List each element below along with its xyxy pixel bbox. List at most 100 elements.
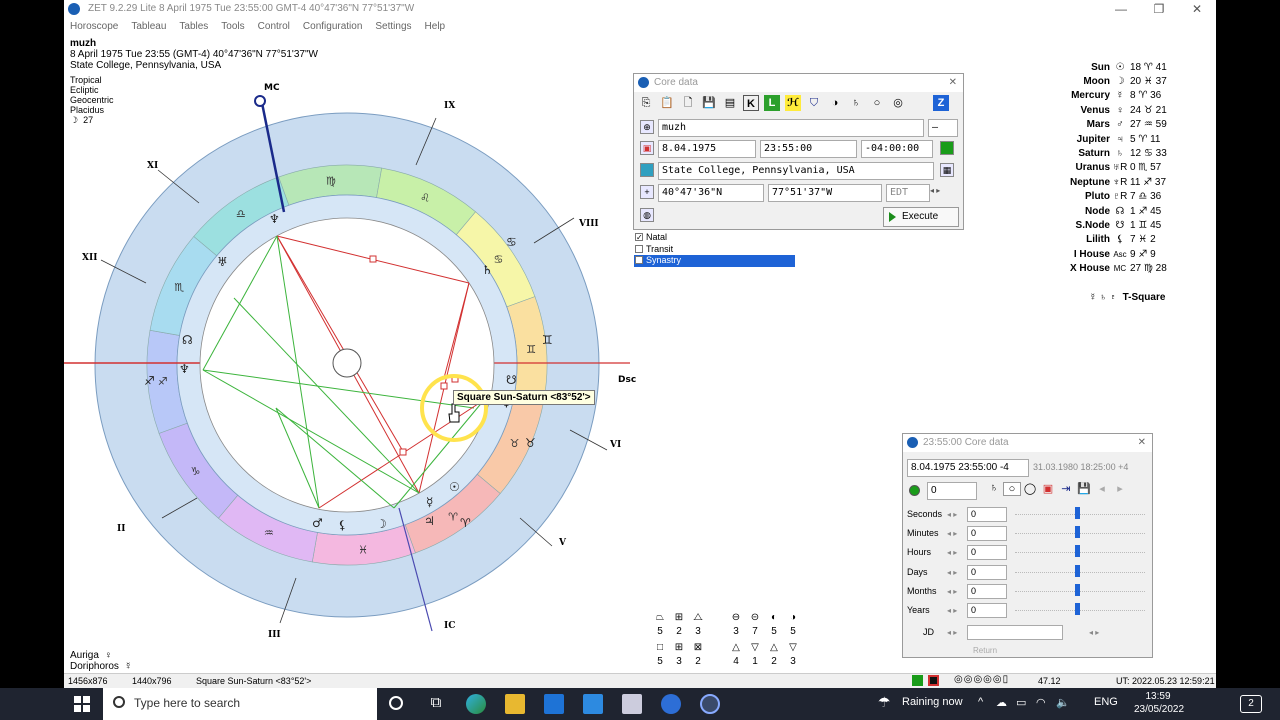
copy-icon[interactable]: ⎘ — [638, 95, 654, 111]
weather-text[interactable]: Raining now — [902, 696, 963, 708]
calendar-icon[interactable]: ▣ — [1039, 482, 1057, 496]
stepper-arrows[interactable]: ◂ ▸ — [947, 510, 967, 519]
time-field[interactable]: 23:55:00 — [760, 140, 857, 158]
jd-input[interactable] — [967, 624, 1063, 640]
position-row[interactable]: Mercury ☿ 8 ♈ 36 — [1054, 89, 1184, 103]
volume-icon[interactable]: 🔈 — [1056, 696, 1070, 709]
minimize-button[interactable]: — — [1102, 0, 1140, 18]
clock[interactable]: 13:59 23/05/2022 — [1134, 690, 1184, 716]
network-icon[interactable]: ▭ — [1016, 696, 1026, 709]
days-slider[interactable] — [1015, 564, 1145, 580]
tray-chevron-icon[interactable]: ^ — [978, 696, 983, 708]
minutes-input[interactable]: 0 — [967, 525, 1007, 541]
ring-icon[interactable]: ◎ — [890, 95, 906, 111]
time-dialog-close-button[interactable]: ✕ — [1138, 434, 1146, 452]
planet-glyph-icon[interactable]: ☋ — [506, 373, 517, 387]
position-row[interactable]: Moon ☽ 20 ♓ 37 — [1054, 74, 1184, 88]
position-row[interactable]: Saturn ♄ 12 ♋ 33 — [1054, 146, 1184, 160]
planet-glyph-icon[interactable]: ☽ — [376, 517, 387, 531]
name-field[interactable]: muzh — [658, 119, 924, 137]
circle-icon[interactable]: ○ — [1003, 482, 1021, 496]
mail-icon[interactable] — [583, 694, 603, 714]
planet-glyph-icon[interactable]: ☿ — [426, 495, 433, 509]
planet-glyph-icon[interactable]: ♂ — [312, 516, 323, 530]
planet-glyph-icon[interactable]: ♅ — [217, 255, 228, 269]
menu-help[interactable]: Help — [425, 18, 446, 36]
calendar-icon[interactable]: ▣ — [640, 141, 654, 155]
h-icon[interactable]: ℋ — [785, 95, 801, 111]
place-field[interactable]: State College, Pennsylvania, USA — [658, 162, 934, 180]
position-row[interactable]: Jupiter ♃ 5 ♈ 11 — [1054, 132, 1184, 146]
new-icon[interactable]: 🗋 — [680, 95, 696, 111]
zet-app-icon[interactable] — [661, 694, 681, 714]
stepper-arrows[interactable]: ◂ ▸ — [1089, 628, 1109, 637]
planet-glyph-icon[interactable]: ♊ — [542, 333, 553, 347]
planet-glyph-icon[interactable]: ♃ — [424, 514, 435, 528]
stepper-arrows[interactable]: ◂ ▸ — [947, 529, 967, 538]
notification-icon[interactable]: 2 — [1240, 695, 1262, 713]
k-icon[interactable]: K — [743, 95, 759, 111]
green-status-icon[interactable] — [940, 141, 954, 155]
hours-input[interactable]: 0 — [967, 544, 1007, 560]
place-icon[interactable] — [640, 163, 654, 177]
transit-checkbox[interactable]: Transit — [634, 244, 795, 256]
days-input[interactable]: 0 — [967, 564, 1007, 580]
menu-tableau[interactable]: Tableau — [131, 18, 166, 36]
minutes-slider[interactable] — [1015, 525, 1145, 541]
moon-phase-button-icon[interactable]: ◑ — [827, 95, 843, 111]
taskbar-search[interactable]: Type here to search — [103, 688, 377, 720]
latitude-field[interactable]: 40°47'36"N — [658, 184, 764, 202]
edge-icon[interactable] — [466, 694, 486, 714]
current-date-field[interactable]: 8.04.1975 23:55:00 -4 — [907, 459, 1029, 477]
years-input[interactable]: 0 — [967, 602, 1007, 618]
save-icon[interactable]: 💾 — [1075, 482, 1093, 496]
circle-icon[interactable]: ○ — [869, 95, 885, 111]
stepper-arrows[interactable]: ◂ ▸ — [947, 568, 967, 577]
green-indicator-icon[interactable] — [912, 675, 923, 686]
cloud-icon[interactable]: ☁ — [996, 696, 1007, 709]
close-button[interactable]: ✕ — [1178, 0, 1216, 18]
menu-control[interactable]: Control — [258, 18, 290, 36]
back-arrow-icon[interactable]: ◂ — [1093, 482, 1111, 496]
planet-glyph-icon[interactable]: ♈ — [460, 516, 471, 530]
dst-stepper[interactable]: ◂ ▸ — [930, 186, 940, 195]
position-row[interactable]: Pluto ♇R 7 ♎ 36 — [1054, 190, 1184, 204]
months-input[interactable]: 0 — [967, 583, 1007, 599]
weather-icon[interactable]: ☂ — [878, 694, 891, 711]
zet-active-icon[interactable] — [700, 694, 720, 714]
restore-button[interactable]: ❐ — [1140, 0, 1178, 18]
save-icon[interactable]: 💾 — [701, 95, 717, 111]
execute-button[interactable]: Execute — [883, 207, 959, 227]
stepper-arrows[interactable]: ◂ ▸ — [947, 548, 967, 557]
green-dot-icon[interactable] — [909, 485, 920, 496]
person-icon[interactable]: ⊕ — [640, 120, 654, 134]
status-circle-icons[interactable]: ◎◎◎◎◎▯ — [954, 674, 1009, 685]
paste-icon[interactable]: 📋 — [659, 95, 675, 111]
cortana-icon[interactable] — [389, 696, 403, 710]
app-window-icon[interactable] — [622, 694, 642, 714]
file-explorer-icon[interactable] — [505, 694, 525, 714]
stepper-arrows[interactable]: ◂ ▸ — [947, 606, 967, 615]
years-slider[interactable] — [1015, 602, 1145, 618]
dst-field[interactable]: EDT — [886, 184, 930, 202]
export-icon[interactable]: ⇥ — [1057, 482, 1075, 496]
position-row[interactable]: Mars ♂ 27 ♒ 59 — [1054, 118, 1184, 132]
menu-settings[interactable]: Settings — [375, 18, 411, 36]
t-square-label[interactable]: ☿ ♄ ♇ T-Square — [1089, 292, 1165, 303]
hours-slider[interactable] — [1015, 544, 1145, 560]
position-row[interactable]: Lilith ⚸ 7 ♓ 2 — [1054, 233, 1184, 247]
red-indicator-icon[interactable] — [928, 675, 939, 686]
position-row[interactable]: Node ☊ 1 ♐ 45 — [1054, 204, 1184, 218]
return-button[interactable]: Return — [973, 646, 997, 655]
planet-glyph-icon[interactable]: ♐ — [144, 374, 155, 388]
horoscope-wheel[interactable]: ♍♌♋♊♉♈♓♒♑♐♏♎♆♅♄☊♆♐♋♊☋☉☿♃♂⚸☽♈♉♀ MC IC Dsc… — [64, 78, 644, 648]
task-view-icon[interactable]: ⧉ — [426, 694, 446, 714]
saturn-button-icon[interactable]: ♄ — [985, 482, 1003, 496]
planet-glyph-icon[interactable]: ♋ — [506, 235, 517, 249]
table-icon[interactable]: ▤ — [722, 95, 738, 111]
planet-glyph-icon[interactable]: ♆ — [269, 212, 280, 226]
language-indicator[interactable]: ENG — [1094, 696, 1118, 708]
circle-outline-icon[interactable]: ◯ — [1021, 482, 1039, 496]
shield-icon[interactable]: ⛉ — [806, 95, 822, 111]
coordinates-icon[interactable]: + — [640, 185, 654, 199]
